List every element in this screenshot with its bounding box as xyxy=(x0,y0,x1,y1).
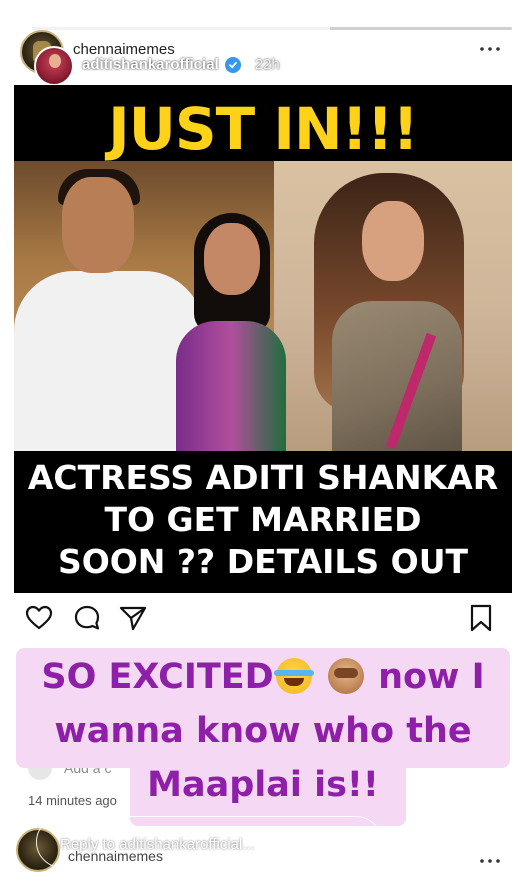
text-sticker: SO EXCITED now I wanna know who the Maap… xyxy=(16,650,510,812)
shared-post-image[interactable]: JUST IN!!! ACTRESS ADITI SHANKAR TO GET … xyxy=(14,85,512,593)
more-icon xyxy=(454,62,482,70)
caption-line: TO GET MARRIED xyxy=(104,500,422,539)
story-progress-fill xyxy=(32,27,330,30)
verified-badge-icon xyxy=(224,56,241,73)
send-story-icon[interactable] xyxy=(452,824,484,856)
story-owner-avatar[interactable] xyxy=(34,46,74,86)
reply-placeholder: Reply to aditishankarofficial... xyxy=(60,836,255,853)
see-no-evil-monkey-icon xyxy=(327,658,364,694)
caption-line: ACTRESS ADITI SHANKAR xyxy=(27,458,499,497)
like-story-heart-icon[interactable] xyxy=(400,824,432,856)
sticker-line-3: Maaplai is!! xyxy=(147,765,379,805)
sticker-line-1: SO EXCITED now I xyxy=(41,657,485,697)
story-owner-row: aditishankarofficial 22h xyxy=(82,56,280,73)
post-caption: ACTRESS ADITI SHANKAR TO GET MARRIED SOO… xyxy=(14,457,512,583)
face-with-tears-of-joy-icon xyxy=(273,658,314,694)
story-owner-name[interactable]: aditishankarofficial xyxy=(82,56,219,73)
comment-icon[interactable] xyxy=(72,603,102,633)
mute-button[interactable] xyxy=(406,52,436,80)
pause-icon xyxy=(374,57,388,75)
bookmark-icon[interactable] xyxy=(466,603,496,633)
post-actions xyxy=(14,593,512,649)
speaker-muted-icon xyxy=(408,54,433,78)
more-options-button[interactable] xyxy=(450,52,486,80)
story-progress-bar xyxy=(32,27,512,30)
story-viewer: chennaimemes aditishankarofficial 22h JU… xyxy=(0,0,518,896)
pause-button[interactable] xyxy=(366,52,396,80)
post-headline: JUST IN!!! xyxy=(108,95,419,163)
story-timestamp: 22h xyxy=(254,56,280,73)
heart-icon[interactable] xyxy=(24,603,54,633)
share-icon[interactable] xyxy=(118,603,148,633)
caption-line: SOON ?? DETAILS OUT xyxy=(57,542,469,581)
post-photo xyxy=(14,161,512,451)
sticker-line-2: wanna know who the xyxy=(54,711,472,751)
bottom-more-icon[interactable] xyxy=(478,856,502,866)
post-more-icon[interactable] xyxy=(478,44,502,54)
